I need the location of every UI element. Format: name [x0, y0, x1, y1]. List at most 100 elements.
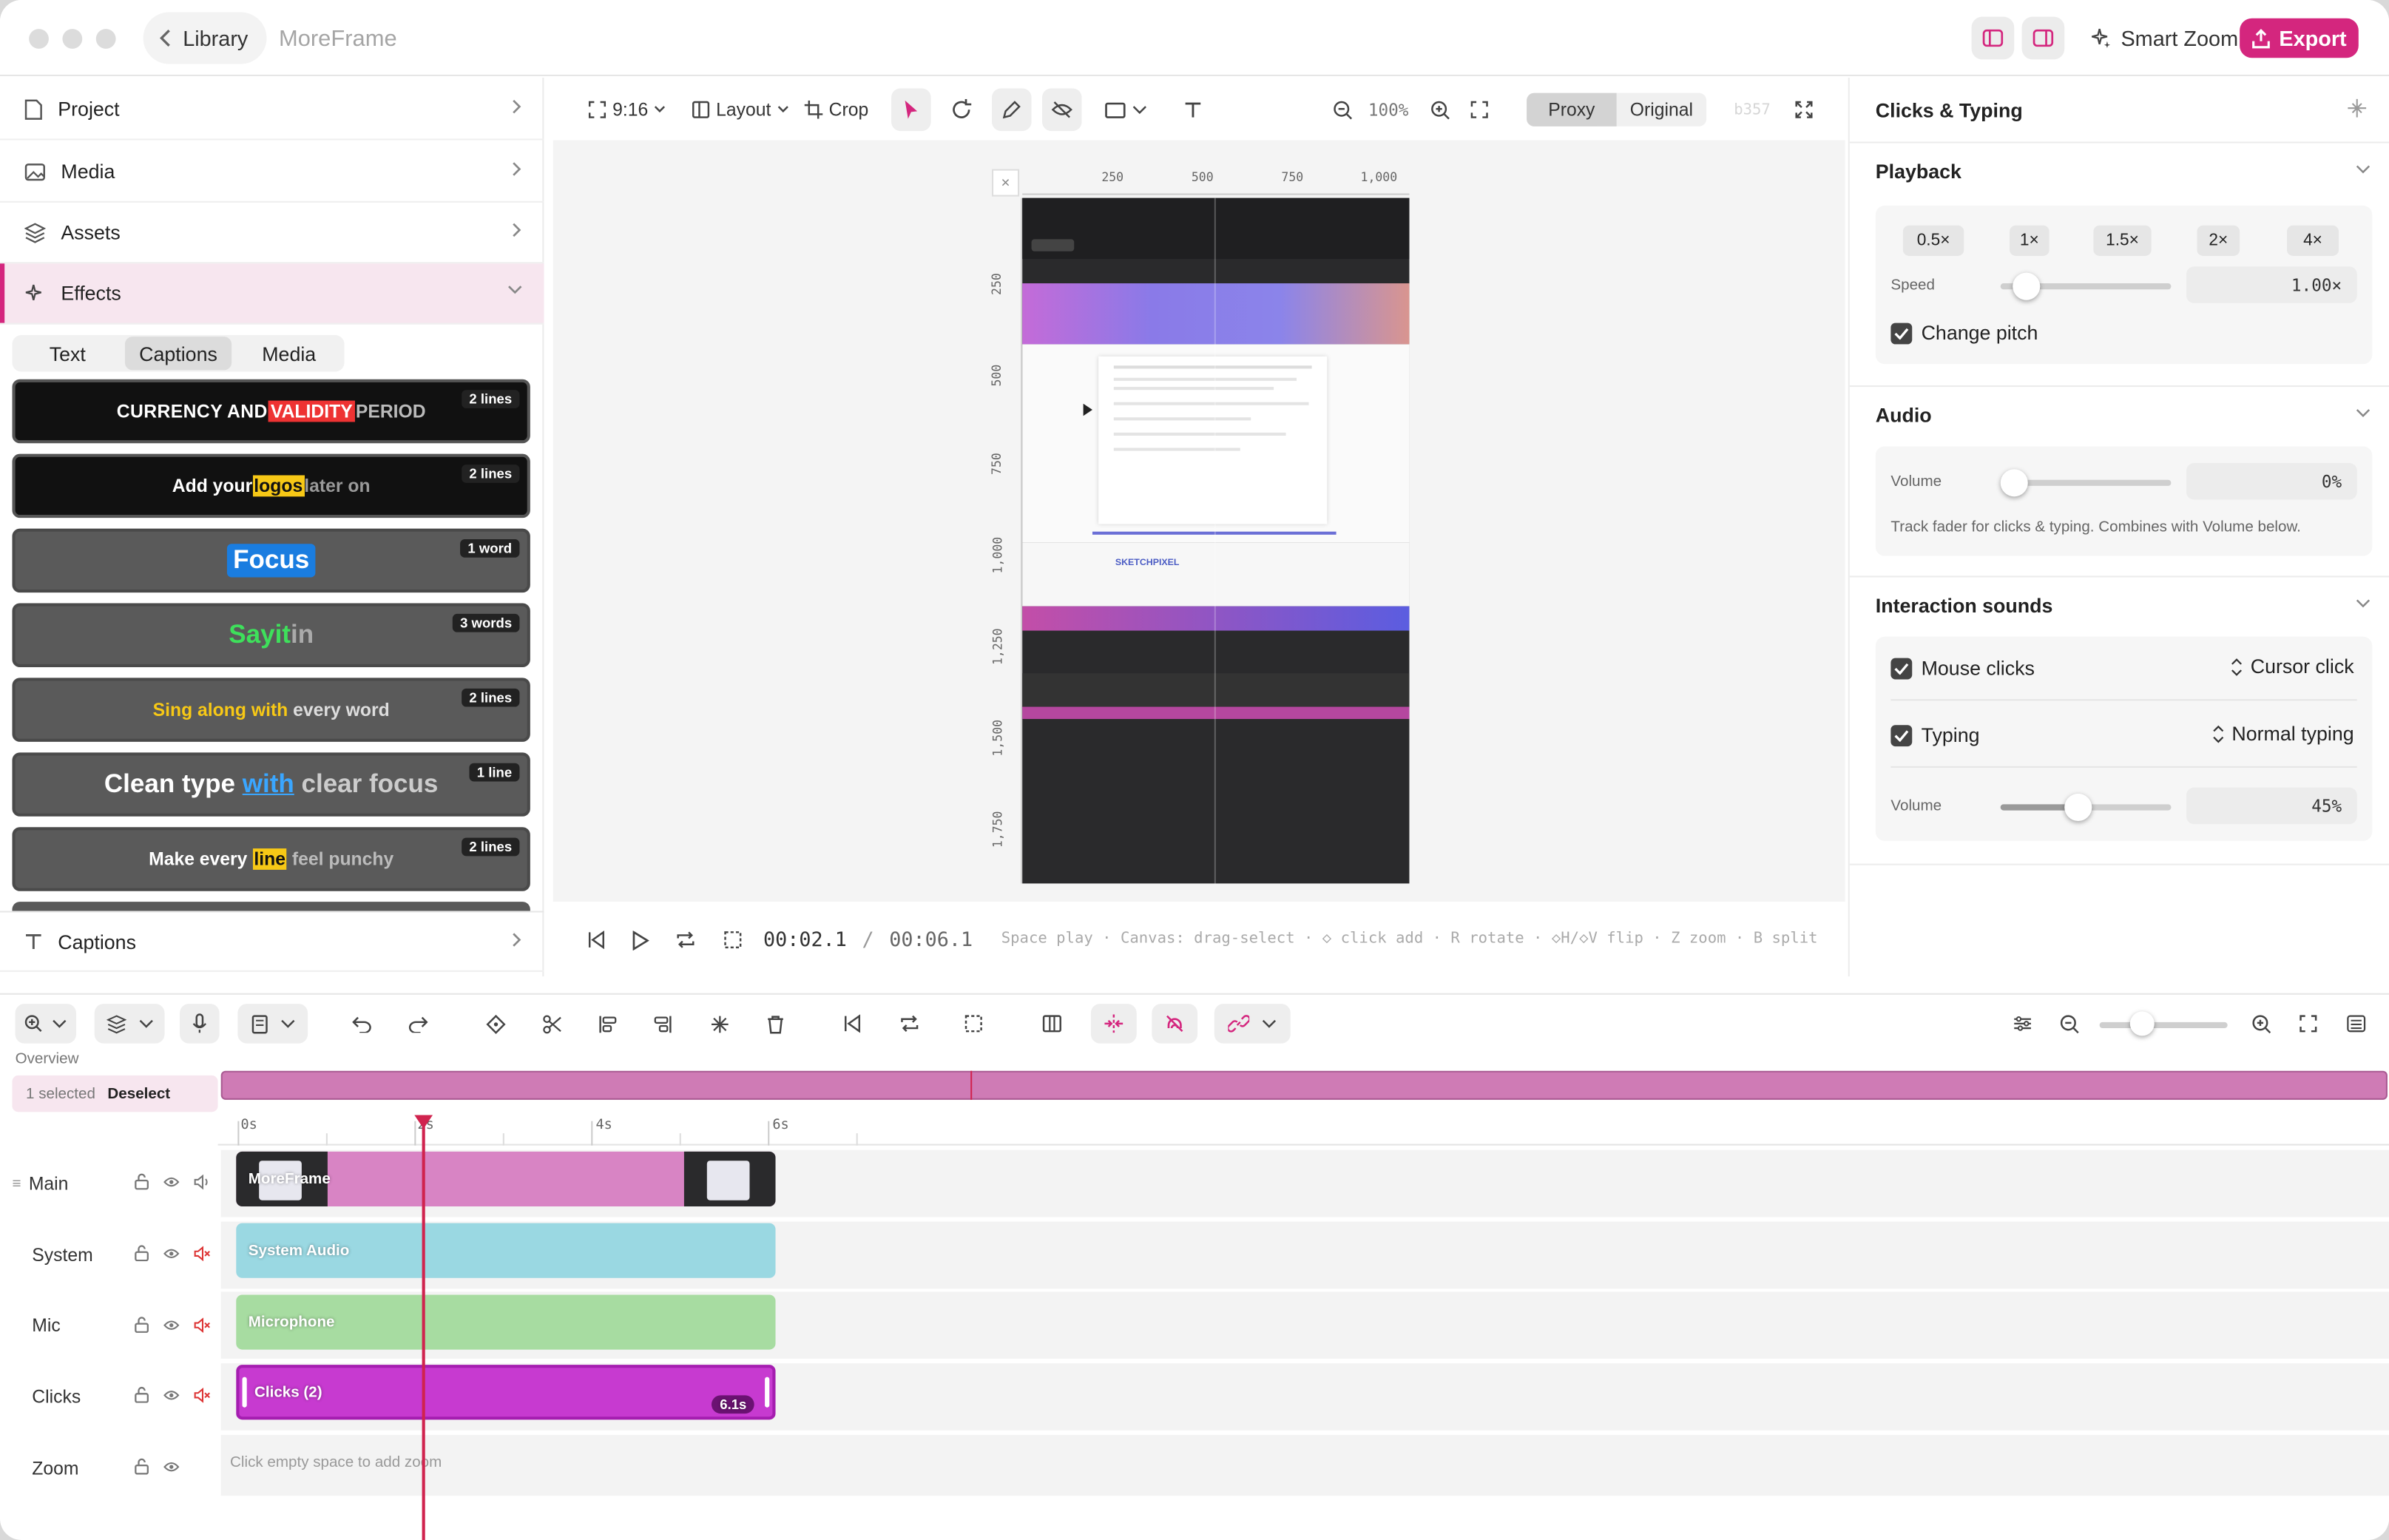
- eye-icon[interactable]: [163, 1388, 180, 1400]
- selection-range-button[interactable]: [720, 928, 745, 952]
- sidebar-item-project[interactable]: Project: [0, 79, 544, 141]
- toggle-left-sidebar-button[interactable]: [1971, 16, 2015, 60]
- text-tool-button[interactable]: [1173, 88, 1213, 131]
- eye-icon[interactable]: [163, 1318, 180, 1330]
- clip-trim-handle-right[interactable]: [765, 1377, 770, 1408]
- audio-volume-knob[interactable]: [2000, 469, 2028, 497]
- magnet-button[interactable]: [1152, 1004, 1198, 1044]
- interaction-volume-knob[interactable]: [2064, 793, 2092, 821]
- crop-button[interactable]: Crop: [798, 88, 874, 131]
- speaker-muted-icon[interactable]: [194, 1387, 211, 1402]
- caption-style-card[interactable]: Make every line feel punchy 2 lines: [12, 827, 530, 891]
- undo-button[interactable]: [345, 1004, 378, 1044]
- timeline-zoom-slider[interactable]: [2099, 1011, 2228, 1036]
- loop-button[interactable]: [673, 928, 697, 952]
- window-zoom-button[interactable]: [95, 29, 116, 49]
- timeline-list-button[interactable]: [2339, 1004, 2372, 1044]
- timeline-zoom-out-button[interactable]: [2052, 1004, 2086, 1044]
- typing-sound-select[interactable]: Normal typing: [2212, 722, 2354, 745]
- tab-captions[interactable]: Captions: [124, 337, 232, 371]
- rotate-tool-button[interactable]: [942, 88, 981, 131]
- shape-tool-dropdown[interactable]: [1094, 88, 1158, 131]
- sidebar-item-assets[interactable]: Assets: [0, 203, 544, 264]
- skip-back-button[interactable]: [584, 928, 608, 952]
- caption-style-card[interactable]: Add your logos later on 2 lines: [12, 453, 530, 519]
- lock-icon[interactable]: [134, 1386, 149, 1403]
- original-option[interactable]: Original: [1617, 93, 1707, 126]
- clip-clicks[interactable]: Clicks (2) 6.1s: [236, 1365, 776, 1420]
- zoom-in-button[interactable]: [1423, 88, 1456, 131]
- speed-chip-1x[interactable]: 1×: [2010, 225, 2050, 256]
- align-left-button[interactable]: [591, 1004, 624, 1044]
- speed-slider-knob[interactable]: [2012, 272, 2040, 300]
- aspect-ratio-dropdown[interactable]: 9:16: [582, 88, 672, 131]
- proxy-option[interactable]: Proxy: [1527, 92, 1617, 126]
- lock-icon[interactable]: [134, 1173, 149, 1190]
- lock-icon[interactable]: [134, 1458, 149, 1475]
- delete-button[interactable]: [759, 1004, 792, 1044]
- pen-tool-button[interactable]: [992, 88, 1032, 132]
- clip-main[interactable]: MoreFrame: [236, 1151, 776, 1207]
- export-button[interactable]: Export: [2240, 18, 2359, 58]
- playhead[interactable]: [414, 1115, 433, 1540]
- window-minimize-button[interactable]: [62, 29, 83, 49]
- speaker-muted-icon[interactable]: [194, 1317, 211, 1332]
- sidebar-item-media[interactable]: Media: [0, 142, 544, 203]
- timeline-zoom-dropdown[interactable]: [15, 1004, 76, 1044]
- redo-button[interactable]: [401, 1004, 434, 1044]
- playback-collapse-chevron-icon[interactable]: [2356, 164, 2371, 174]
- drag-handle-icon[interactable]: ≡: [12, 1175, 21, 1192]
- pin-icon[interactable]: [2346, 98, 2368, 119]
- speaker-muted-icon[interactable]: [194, 1245, 211, 1261]
- audio-volume-slider[interactable]: [2000, 469, 2172, 497]
- keyframe-button[interactable]: [479, 1004, 512, 1044]
- caption-style-card[interactable]: Focus 1 word: [12, 528, 530, 593]
- timeline-ruler[interactable]: 0s 2s 4s 6s: [217, 1112, 2389, 1146]
- window-close-button[interactable]: [29, 29, 49, 49]
- timeline-zoom-knob[interactable]: [2129, 1011, 2155, 1036]
- caption-style-card[interactable]: Sing along with every word 2 lines: [12, 678, 530, 742]
- toggle-right-sidebar-button[interactable]: [2021, 16, 2065, 60]
- tab-media[interactable]: Media: [235, 337, 343, 370]
- timeline-zoom-in-button[interactable]: [2244, 1004, 2277, 1044]
- speed-chip-0-5x[interactable]: 0.5×: [1902, 225, 1964, 256]
- audio-collapse-chevron-icon[interactable]: [2356, 408, 2371, 417]
- go-to-start-button[interactable]: [835, 1004, 868, 1044]
- timeline-fit-button[interactable]: [2291, 1004, 2325, 1044]
- playhead-handle[interactable]: [414, 1115, 433, 1129]
- mouse-clicks-checkbox[interactable]: Mouse clicks: [1890, 657, 2035, 679]
- play-button[interactable]: [628, 928, 652, 952]
- smart-zoom-button[interactable]: Smart Zoom: [2078, 16, 2251, 61]
- change-pitch-checkbox[interactable]: Change pitch: [1890, 322, 2038, 344]
- range-select-button[interactable]: [957, 1004, 990, 1044]
- zoom-out-button[interactable]: [1325, 88, 1359, 131]
- snap-button[interactable]: [1090, 1004, 1137, 1044]
- speed-value-field[interactable]: 1.00×: [2186, 266, 2357, 303]
- layers-dropdown[interactable]: [94, 1004, 165, 1044]
- deselect-button[interactable]: Deselect: [107, 1085, 170, 1102]
- caption-style-card[interactable]: Say it in 3 words: [12, 603, 530, 667]
- clip-microphone[interactable]: Microphone: [236, 1294, 776, 1350]
- lock-icon[interactable]: [134, 1244, 149, 1262]
- caption-style-card[interactable]: Clean type with clear focus 1 line: [12, 752, 530, 817]
- link-dropdown[interactable]: [1214, 1004, 1291, 1044]
- speed-chip-1-5x[interactable]: 1.5×: [2093, 225, 2152, 256]
- video-preview[interactable]: SKETCHPIXEL: [1022, 197, 1410, 884]
- library-back-button[interactable]: Library: [143, 12, 267, 64]
- interaction-volume-field[interactable]: 45%: [2186, 787, 2357, 825]
- fullscreen-button[interactable]: [1787, 88, 1820, 131]
- eye-icon[interactable]: [163, 1175, 180, 1187]
- lock-icon[interactable]: [134, 1316, 149, 1333]
- canvas-area[interactable]: × 250 500 750 1,000 250 500 750 1,000 1,…: [553, 140, 1845, 902]
- select-tool-button[interactable]: [891, 88, 931, 132]
- speed-slider[interactable]: [2000, 272, 2172, 300]
- record-mic-button[interactable]: [180, 1004, 220, 1044]
- tab-text[interactable]: Text: [14, 337, 122, 370]
- interaction-collapse-chevron-icon[interactable]: [2356, 598, 2371, 608]
- sidebar-item-effects[interactable]: Effects: [0, 263, 544, 325]
- track-lane-zoom[interactable]: Click empty space to add zoom: [220, 1434, 2389, 1496]
- effects-button[interactable]: [703, 1004, 736, 1044]
- overview-bar[interactable]: [220, 1070, 2388, 1100]
- hide-tool-button[interactable]: [1042, 88, 1082, 132]
- columns-button[interactable]: [1035, 1004, 1068, 1044]
